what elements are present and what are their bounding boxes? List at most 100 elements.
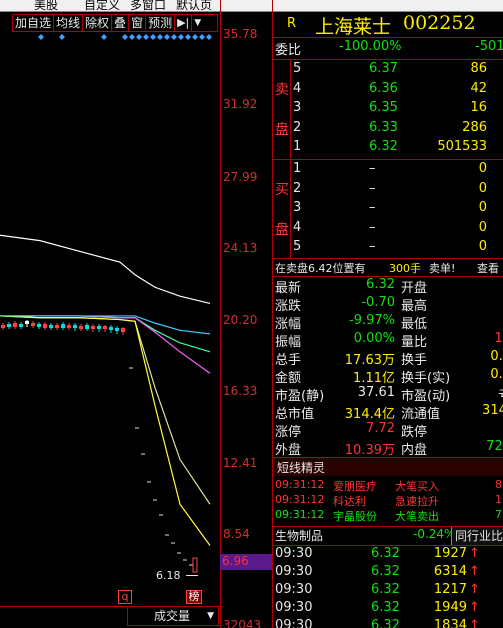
buy-order-row[interactable]: 2 – 0 <box>273 181 503 199</box>
moving-average-button[interactable]: 均线 <box>54 15 84 31</box>
tick-price: 6.32 <box>371 618 400 628</box>
chevron-down-icon[interactable]: ▼ <box>192 15 203 31</box>
series-line-3 <box>0 315 211 353</box>
tick-price: 6.32 <box>371 600 400 615</box>
tick-price: 6.32 <box>371 582 400 597</box>
window-button[interactable]: 窗 <box>129 15 147 31</box>
sprite-value: 1 <box>495 493 502 506</box>
quote-row: 涨幅 -9.97% 最低 6 <box>273 313 503 332</box>
order-ratio-label: 委比 <box>275 43 302 58</box>
menu-multi-window[interactable]: 多窗口 <box>130 0 166 11</box>
sell-order-row[interactable]: 4 6.36 42 <box>273 81 503 99</box>
sell-order-row[interactable]: 2 6.33 286 <box>273 120 503 138</box>
sprite-title[interactable]: 短线精灵 <box>277 459 325 476</box>
arrow-up-icon: ↑ <box>469 582 480 597</box>
menu-custom[interactable]: 自定义 <box>84 0 120 11</box>
sprite-row[interactable]: 09:31:12 宇晶股份 大笔卖出 7 <box>273 508 503 525</box>
buy-level: 4 <box>293 219 302 235</box>
sell-order-row[interactable]: 3 6.35 16 <box>273 100 503 118</box>
tick-time: 09:30 <box>275 618 313 628</box>
sell-order-row[interactable]: 5 6.37 86 <box>273 61 503 79</box>
quote-row: 最新 6.32 开盘 6 <box>273 277 503 296</box>
overlay-button[interactable]: 叠 <box>112 15 130 31</box>
stock-code: 002252 <box>403 12 476 34</box>
quote-value: 6.32 <box>366 277 395 292</box>
ex-rights-button[interactable]: 除权 <box>83 15 113 31</box>
industry-name[interactable]: 生物制品 <box>275 527 323 544</box>
sell-level: 2 <box>293 119 302 135</box>
quote-row: 外盘 10.39万内盘 723 <box>273 439 503 458</box>
axis-tick-label: 24.13 <box>223 241 258 255</box>
sprite-value: 7 <box>495 508 502 521</box>
volume-indicator-select[interactable]: 成交量 ▼ <box>127 606 219 626</box>
tick-row: 09:30 6.32 1217 ↑ <box>273 582 503 600</box>
buy-order-row[interactable]: 5 – 0 <box>273 239 503 257</box>
sell-order-row[interactable]: 1 6.32 501533 <box>273 139 503 157</box>
q-button[interactable]: q <box>118 590 132 604</box>
buy-order-row[interactable]: 3 – 0 <box>273 200 503 218</box>
tick-row: 09:30 6.32 6314 ↑ <box>273 564 503 582</box>
sell-price: 6.32 <box>369 139 398 154</box>
quote-value-2: 314. <box>482 403 503 418</box>
sprite-event: 急速拉升 <box>395 495 439 508</box>
quote-value: -0.70 <box>361 295 395 310</box>
notice-text: 在卖盘6.42位置有 <box>275 262 366 275</box>
low-price-label: 6.18 <box>156 569 181 582</box>
price-chart <box>0 234 211 573</box>
buy-order-row[interactable]: 1 – 0 <box>273 161 503 179</box>
low-price-pointer <box>186 575 198 576</box>
quote-label: 金额 <box>275 371 302 386</box>
axis-tick-label: 31.92 <box>223 97 258 111</box>
axis-tick-label: 16.33 <box>223 384 258 398</box>
menu-default-page[interactable]: 默认页 <box>176 0 212 11</box>
tick-row: 09:30 6.32 1927 ↑ <box>273 546 503 564</box>
quote-value-2: 6 <box>471 295 503 310</box>
axis-tick-label: 35.78 <box>223 27 258 41</box>
sprite-time: 09:31:12 <box>275 478 325 491</box>
tick-price: 6.32 <box>371 546 400 561</box>
quote-label-2: 量比 <box>401 335 428 350</box>
quote-label-2: 最高 <box>401 299 428 314</box>
sell-level: 1 <box>293 139 302 154</box>
arrow-up-icon: ↑ <box>469 618 480 628</box>
moving-average-lines <box>0 234 211 546</box>
axis-tick-label: 8.54 <box>223 527 250 541</box>
arrow-right-bar-icon[interactable]: ▶| <box>175 15 193 31</box>
sell-level: 3 <box>293 100 302 115</box>
quote-row: 涨停 7.72 跌停 6 <box>273 421 503 440</box>
quote-value-2: 6 <box>471 421 503 436</box>
restriction-flag: R <box>287 16 297 31</box>
sprite-stock: 爱朋医疗 <box>333 480 377 493</box>
peer-compare-tab[interactable]: 同行业比 <box>451 527 503 545</box>
quote-row: 总市值 314.4亿流通值 314. <box>273 403 503 422</box>
quote-value-2: 0.3 <box>490 349 503 364</box>
menu-us-stocks[interactable]: 美股 <box>34 0 58 11</box>
buy-order-row[interactable]: 4 – 0 <box>273 220 503 238</box>
add-favorite-button[interactable]: 加自选 <box>13 15 55 31</box>
notice-view-link[interactable]: 查看 <box>477 260 499 276</box>
last-candle <box>192 557 198 573</box>
sell-price: 6.33 <box>369 119 398 135</box>
quote-value: 17.63万 <box>344 353 395 368</box>
sell-volume: 16 <box>470 100 487 115</box>
quote-value-2: 6 <box>471 313 503 328</box>
quote-value-2: 18 <box>494 331 503 346</box>
tick-price: 6.32 <box>371 564 400 579</box>
tick-row: 09:30 6.32 1834 ↑ <box>273 618 503 628</box>
quote-label: 涨幅 <box>275 317 302 332</box>
buy-volume: 0 <box>478 219 487 235</box>
sprite-event: 大笔卖出 <box>395 510 439 523</box>
chevron-down-icon: ▼ <box>207 611 214 621</box>
tick-time: 09:30 <box>275 582 313 597</box>
quote-row: 总手 17.63万换手 0.3 <box>273 349 503 368</box>
quote-label-2: 市盈(动) <box>401 389 451 404</box>
stock-title-bar: R 上海莱士 002252 <box>273 12 503 38</box>
volume-indicator-label: 成交量 <box>154 609 191 623</box>
quote-value: 1.11亿 <box>353 371 395 386</box>
series-line-0 <box>0 234 211 304</box>
ranking-button[interactable]: 榜 <box>186 590 202 604</box>
buy-level: 5 <box>293 239 302 254</box>
industry-change: -0.24% <box>413 527 456 541</box>
sprite-time: 09:31:12 <box>275 493 325 506</box>
forecast-button[interactable]: 预测 <box>146 15 176 31</box>
